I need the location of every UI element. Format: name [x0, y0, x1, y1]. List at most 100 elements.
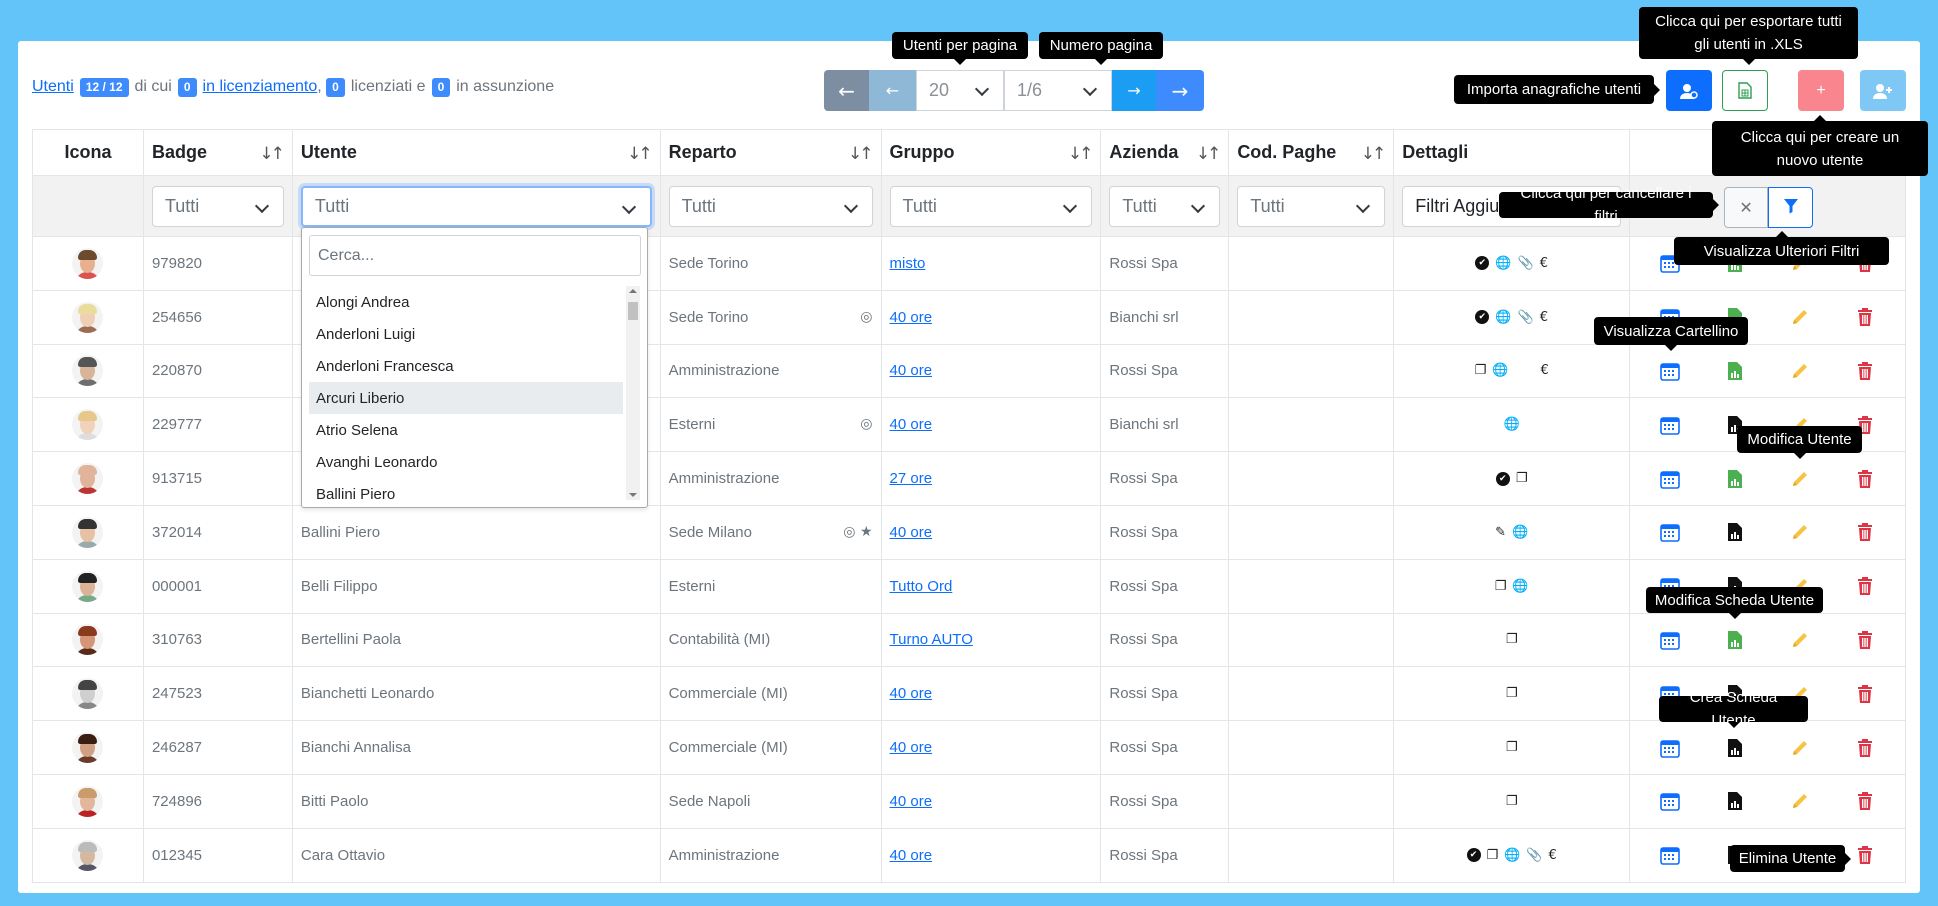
badge-cell: 012345 [142, 827, 293, 883]
calendar-icon[interactable] [1658, 789, 1682, 813]
trash-icon[interactable] [1853, 305, 1877, 329]
trash-icon[interactable] [1853, 736, 1877, 760]
table-row[interactable]: 246287 Bianchi Annalisa Commerciale (MI)… [32, 720, 1906, 775]
header-user[interactable]: Utente ↓↑ [291, 129, 661, 176]
group-link[interactable]: 40 ore [890, 793, 933, 810]
dropdown-search-input[interactable] [309, 235, 641, 276]
add-button[interactable]: + [1798, 70, 1844, 111]
dropdown-scrollbar[interactable] [626, 286, 640, 500]
pencil-icon[interactable] [1788, 359, 1812, 383]
users-count-badge: 12 / 12 [79, 77, 129, 97]
dismissal-link[interactable]: in licenziamento [203, 78, 318, 96]
filter-group-select[interactable]: Tutti [889, 185, 1093, 227]
users-link[interactable]: Utenti [32, 78, 74, 96]
page-number-select[interactable]: 1/6 [1004, 70, 1112, 111]
filter-badge-select[interactable]: Tutti [151, 185, 284, 227]
table-row[interactable]: 372014 Ballini Piero Sede Milano ◎ ★ 40 o… [32, 504, 1906, 560]
trash-icon[interactable] [1853, 520, 1877, 544]
calendar-icon[interactable] [1658, 736, 1682, 760]
trash-icon[interactable] [1853, 359, 1877, 383]
pencil-icon[interactable] [1788, 628, 1812, 652]
sort-icon[interactable]: ↓↑ [1196, 144, 1221, 164]
table-row[interactable]: 724896 Bitti Paolo Sede Napoli 40 ore Ro… [32, 773, 1906, 829]
trash-icon[interactable] [1853, 843, 1877, 867]
create-user-button[interactable] [1860, 70, 1906, 111]
trash-icon[interactable] [1853, 467, 1877, 491]
group-link[interactable]: 27 ore [890, 470, 933, 487]
group-link[interactable]: 40 ore [890, 847, 933, 864]
more-filters-button[interactable] [1768, 187, 1814, 228]
pencil-icon[interactable] [1788, 467, 1812, 491]
group-link[interactable]: 40 ore [890, 416, 933, 433]
header-group[interactable]: Gruppo ↓↑ [880, 129, 1102, 176]
filter-user-select[interactable]: Tutti [300, 185, 652, 227]
actions-cell [1629, 504, 1906, 560]
calendar-icon[interactable] [1658, 413, 1682, 437]
trash-icon[interactable] [1853, 574, 1877, 598]
header-department[interactable]: Reparto ↓↑ [659, 129, 882, 176]
sort-icon[interactable]: ↓↑ [1068, 144, 1093, 164]
copy-icon: ❐ [1505, 740, 1518, 756]
pencil-icon[interactable] [1788, 736, 1812, 760]
filter-payroll-select[interactable]: Tutti [1237, 185, 1386, 227]
trash-icon[interactable] [1853, 682, 1877, 706]
user-sheet-icon[interactable] [1723, 520, 1747, 544]
export-xls-button[interactable] [1722, 70, 1768, 111]
dropdown-option[interactable]: Ballini Piero [309, 478, 623, 510]
company-cell: Rossi Spa [1100, 236, 1230, 291]
sort-icon[interactable]: ↓↑ [259, 144, 284, 164]
pencil-icon[interactable] [1788, 305, 1812, 329]
sort-icon[interactable]: ↓↑ [627, 144, 652, 164]
table-row[interactable]: 247523 Bianchetti Leonardo Commerciale (… [32, 666, 1906, 722]
group-link[interactable]: 40 ore [890, 309, 933, 326]
user-sheet-icon[interactable] [1723, 789, 1747, 813]
sort-icon[interactable]: ↓↑ [848, 144, 873, 164]
last-page-button[interactable]: → [1156, 70, 1204, 111]
pencil-icon[interactable] [1788, 789, 1812, 813]
per-page-select[interactable]: 20 [916, 70, 1004, 111]
calendar-icon[interactable] [1658, 843, 1682, 867]
pencil-icon[interactable] [1788, 520, 1812, 544]
header-badge[interactable]: Badge ↓↑ [142, 129, 293, 176]
header-payroll[interactable]: Cod. Paghe ↓↑ [1228, 129, 1395, 176]
group-link[interactable]: Turno AUTO [890, 631, 973, 648]
calendar-icon[interactable] [1658, 359, 1682, 383]
user-sheet-icon[interactable] [1723, 467, 1747, 491]
fired-label: licenziati e [350, 78, 426, 95]
import-users-button[interactable] [1666, 70, 1712, 111]
group-link[interactable]: 40 ore [890, 739, 933, 756]
table-row[interactable]: 000001 Belli Filippo Esterni Tutto Ord R… [32, 558, 1906, 614]
actions-cell [1629, 451, 1906, 506]
sort-icon[interactable]: ↓↑ [1361, 144, 1386, 164]
prev-page-button[interactable]: ← [869, 70, 916, 111]
first-page-button[interactable]: ← [824, 70, 869, 111]
dropdown-option[interactable]: Anderloni Francesca [309, 350, 623, 382]
details-cell: ✔ 🌐 📎 € [1393, 236, 1631, 291]
clear-filters-button[interactable]: ✕ [1724, 187, 1769, 228]
filter-department-select[interactable]: Tutti [668, 185, 873, 227]
dropdown-option[interactable]: Alongi Andrea [309, 286, 623, 318]
trash-icon[interactable] [1853, 789, 1877, 813]
group-link[interactable]: 40 ore [890, 685, 933, 702]
calendar-icon[interactable] [1658, 628, 1682, 652]
table-row[interactable]: 310763 Bertellini Paola Contabilità (MI)… [32, 612, 1906, 668]
group-link[interactable]: 40 ore [890, 362, 933, 379]
group-link[interactable]: Tutto Ord [890, 578, 953, 595]
calendar-icon[interactable] [1658, 520, 1682, 544]
group-link[interactable]: misto [890, 255, 926, 272]
calendar-icon[interactable] [1658, 467, 1682, 491]
dropdown-option[interactable]: Arcuri Liberio [309, 382, 623, 414]
copy-icon: ❐ [1515, 471, 1528, 487]
user-sheet-icon[interactable] [1723, 359, 1747, 383]
user-sheet-icon[interactable] [1723, 736, 1747, 760]
trash-icon[interactable] [1853, 628, 1877, 652]
header-company[interactable]: Azienda ↓↑ [1100, 129, 1230, 176]
user-sheet-icon[interactable] [1723, 628, 1747, 652]
dropdown-option[interactable]: Atrio Selena [309, 414, 623, 446]
next-page-button[interactable]: → [1112, 70, 1156, 111]
dropdown-option[interactable]: Anderloni Luigi [309, 318, 623, 350]
group-link[interactable]: 40 ore [890, 524, 933, 541]
dropdown-option[interactable]: Avanghi Leonardo [309, 446, 623, 478]
filter-company-select[interactable]: Tutti [1109, 185, 1221, 227]
table-row[interactable]: 012345 Cara Ottavio Amministrazione 40 o… [32, 827, 1906, 883]
